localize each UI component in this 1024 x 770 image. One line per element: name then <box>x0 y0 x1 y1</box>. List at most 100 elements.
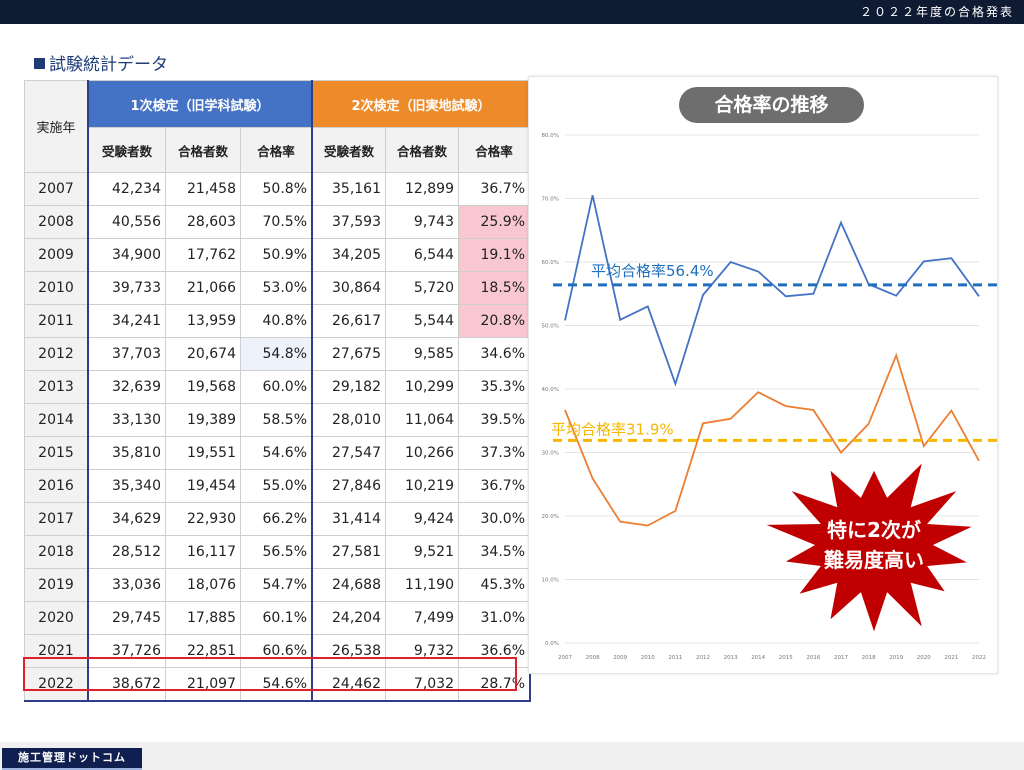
table-row: 2021 37,726 22,851 60.6% 26,538 9,732 36.6% <box>24 634 531 668</box>
group-header-second-exam: 2次検定（旧実地試験） <box>311 80 531 128</box>
x-tick-label: 2012 <box>696 655 710 661</box>
pass-rate-chart-panel: 合格率の推移 0.0% 10.0% 20.0% 30.0% 40.0% 50.0% 60.0… <box>528 76 998 674</box>
rate-2-cell: 30.0% <box>458 502 531 536</box>
rate-2-cell: 35.3% <box>458 370 531 404</box>
applicants-2-cell: 26,538 <box>311 634 386 668</box>
passers-2-cell: 10,219 <box>385 469 459 503</box>
x-tick-label: 2009 <box>613 655 627 661</box>
y-tick-label: 20.0% <box>542 514 559 520</box>
applicants-1-cell: 37,726 <box>87 634 166 668</box>
x-tick-label: 2011 <box>668 655 682 661</box>
average-line-label-0: 平均合格率56.4% <box>591 262 714 280</box>
y-tick-label: 60.0% <box>542 260 559 266</box>
table-row: 2015 35,810 19,551 54.6% 27,547 10,266 37.3% <box>24 436 531 470</box>
rate-1-cell: 50.8% <box>240 172 313 206</box>
passers-1-cell: 19,551 <box>165 436 241 470</box>
x-tick-label: 2016 <box>806 655 820 661</box>
year-cell: 2009 <box>24 238 89 272</box>
passers-1-cell: 20,674 <box>165 337 241 371</box>
rate-1-cell: 56.5% <box>240 535 313 569</box>
average-line-label-1: 平均合格率31.9% <box>551 420 674 438</box>
applicants-1-cell: 33,130 <box>87 403 166 437</box>
table-row: 2011 34,241 13,959 40.8% 26,617 5,544 20.8% <box>24 304 531 338</box>
col-header-rate-2: 合格率 <box>458 127 531 173</box>
table-row: 2022 38,672 21,097 54.6% 24,462 7,032 28.7% <box>24 667 531 702</box>
passers-1-cell: 19,568 <box>165 370 241 404</box>
year-cell: 2008 <box>24 205 89 239</box>
applicants-1-cell: 34,900 <box>87 238 166 272</box>
y-tick-label: 30.0% <box>542 451 559 457</box>
applicants-2-cell: 27,581 <box>311 535 386 569</box>
rate-1-cell: 66.2% <box>240 502 313 536</box>
passers-2-cell: 12,899 <box>385 172 459 206</box>
page-header-title: ２０２２年度の合格発表 <box>859 5 1014 19</box>
y-tick-label: 10.0% <box>542 578 559 584</box>
passers-2-cell: 5,720 <box>385 271 459 305</box>
section-title-text: 試験統計データ <box>49 55 168 75</box>
rate-2-cell: 28.7% <box>458 667 531 702</box>
passers-2-cell: 9,424 <box>385 502 459 536</box>
year-cell: 2010 <box>24 271 89 305</box>
applicants-2-cell: 34,205 <box>311 238 386 272</box>
applicants-1-cell: 34,241 <box>87 304 166 338</box>
passers-1-cell: 19,454 <box>165 469 241 503</box>
rate-2-cell: 19.1% <box>458 238 531 272</box>
rate-2-cell: 31.0% <box>458 601 531 635</box>
year-cell: 2017 <box>24 502 89 536</box>
y-tick-label: 40.0% <box>542 387 559 393</box>
y-tick-label: 80.0% <box>542 133 559 139</box>
passers-1-cell: 22,930 <box>165 502 241 536</box>
year-cell: 2007 <box>24 172 89 206</box>
passers-1-cell: 21,097 <box>165 667 241 702</box>
exam-stats-table: 実施年 1次検定（旧学科試験） 2次検定（旧実地試験） 受験者数 合格者数 合格… <box>24 80 531 702</box>
y-tick-label: 70.0% <box>542 197 559 203</box>
x-tick-label: 2019 <box>889 655 903 661</box>
y-tick-label: 0.0% <box>545 641 559 647</box>
col-header-rate-1: 合格率 <box>240 127 313 173</box>
rate-2-cell: 18.5% <box>458 271 531 305</box>
applicants-1-cell: 40,556 <box>87 205 166 239</box>
passers-2-cell: 11,064 <box>385 403 459 437</box>
rate-2-cell: 45.3% <box>458 568 531 602</box>
series-line-0 <box>564 195 980 387</box>
site-logo[interactable]: 施工管理ドットコム <box>2 748 142 770</box>
applicants-2-cell: 24,204 <box>311 601 386 635</box>
table-row: 2010 39,733 21,066 53.0% 30,864 5,720 18.5% <box>24 271 531 305</box>
passers-2-cell: 9,732 <box>385 634 459 668</box>
table-row: 2009 34,900 17,762 50.9% 34,205 6,544 19.1% <box>24 238 531 272</box>
x-tick-label: 2007 <box>558 655 572 661</box>
passers-2-cell: 9,585 <box>385 337 459 371</box>
passers-2-cell: 9,743 <box>385 205 459 239</box>
rate-1-cell: 54.7% <box>240 568 313 602</box>
y-tick-label: 50.0% <box>542 324 559 330</box>
passers-1-cell: 19,389 <box>165 403 241 437</box>
rate-2-cell: 34.5% <box>458 535 531 569</box>
passers-1-cell: 13,959 <box>165 304 241 338</box>
applicants-1-cell: 35,810 <box>87 436 166 470</box>
x-tick-label: 2015 <box>779 655 793 661</box>
year-cell: 2014 <box>24 403 89 437</box>
rate-2-cell: 25.9% <box>458 205 531 239</box>
applicants-1-cell: 28,512 <box>87 535 166 569</box>
rate-2-cell: 20.8% <box>458 304 531 338</box>
x-tick-label: 2022 <box>972 655 986 661</box>
applicants-2-cell: 24,688 <box>311 568 386 602</box>
section-title: 試験統計データ <box>34 50 168 75</box>
rate-1-cell: 54.6% <box>240 436 313 470</box>
applicants-2-cell: 27,846 <box>311 469 386 503</box>
rate-1-cell: 54.6% <box>240 667 313 702</box>
passers-1-cell: 21,066 <box>165 271 241 305</box>
year-cell: 2012 <box>24 337 89 371</box>
table-row: 2019 33,036 18,076 54.7% 24,688 11,190 45.3% <box>24 568 531 602</box>
rate-2-cell: 36.7% <box>458 172 531 206</box>
x-tick-label: 2008 <box>586 655 600 661</box>
applicants-1-cell: 35,340 <box>87 469 166 503</box>
col-header-passers-2: 合格者数 <box>385 127 459 173</box>
year-cell: 2018 <box>24 535 89 569</box>
applicants-1-cell: 33,036 <box>87 568 166 602</box>
rate-1-cell: 50.9% <box>240 238 313 272</box>
passers-1-cell: 21,458 <box>165 172 241 206</box>
table-row: 2007 42,234 21,458 50.8% 35,161 12,899 36.7% <box>24 172 531 206</box>
x-tick-label: 2010 <box>641 655 655 661</box>
year-cell: 2021 <box>24 634 89 668</box>
